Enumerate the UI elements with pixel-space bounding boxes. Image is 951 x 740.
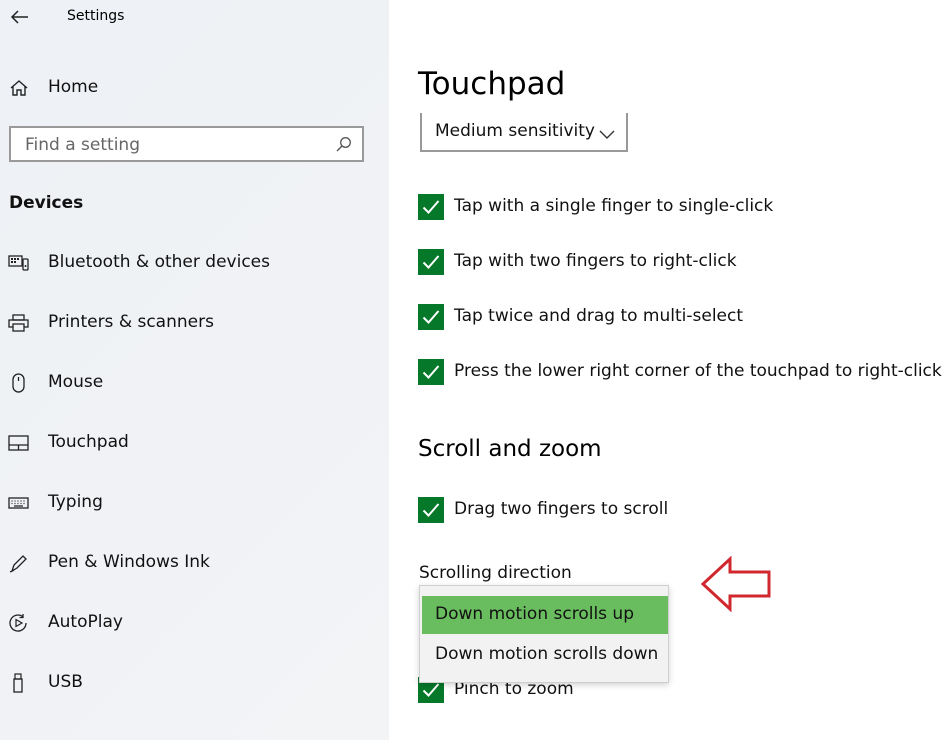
search-input[interactable] — [23, 132, 327, 158]
scroll-zoom-heading: Scroll and zoom — [418, 436, 602, 462]
checkbox[interactable] — [418, 249, 444, 275]
mouse-icon — [8, 373, 30, 393]
touchpad-icon — [8, 433, 30, 453]
home-icon — [8, 78, 30, 98]
sidebar-item-label: Touchpad — [48, 432, 129, 452]
autoplay-icon — [8, 613, 30, 633]
sidebar-item-touchpad[interactable]: Touchpad — [0, 423, 389, 463]
scrolling-direction-dropdown-list: Down motion scrolls up Down motion scrol… — [419, 585, 669, 683]
sidebar-item-label: USB — [48, 672, 83, 692]
checkmark-icon — [422, 310, 440, 324]
back-arrow-icon[interactable] — [8, 5, 32, 29]
scrolling-direction-label: Scrolling direction — [419, 563, 572, 583]
sidebar-item-label: Typing — [48, 492, 103, 512]
bluetooth-devices-icon — [8, 253, 30, 273]
sidebar-item-label: Home — [48, 77, 99, 97]
sidebar-item-home[interactable]: Home — [0, 68, 389, 108]
checkmark-icon — [422, 503, 440, 517]
dropdown-option-scrolls-down[interactable]: Down motion scrolls down — [422, 636, 668, 674]
pen-icon — [8, 553, 30, 573]
usb-icon — [8, 673, 30, 693]
checkbox[interactable] — [418, 497, 444, 523]
search-icon[interactable] — [335, 136, 352, 153]
checkmark-icon — [422, 200, 440, 214]
sidebar-item-label: Pen & Windows Ink — [48, 552, 210, 572]
checkmark-icon — [422, 255, 440, 269]
search-field[interactable] — [9, 126, 364, 162]
sidebar-item-autoplay[interactable]: AutoPlay — [0, 603, 389, 643]
page-title: Touchpad — [418, 66, 566, 102]
sensitivity-dropdown[interactable]: Medium sensitivity — [420, 113, 628, 152]
section-heading: Devices — [9, 193, 84, 213]
dropdown-option-scrolls-up[interactable]: Down motion scrolls up — [422, 596, 668, 634]
dropdown-option-label: Down motion scrolls up — [435, 604, 634, 624]
sidebar-item-usb[interactable]: USB — [0, 663, 389, 703]
checkmark-icon — [422, 365, 440, 379]
sidebar-item-label: Bluetooth & other devices — [48, 252, 270, 272]
window-title: Settings — [67, 8, 125, 24]
printer-icon — [8, 313, 30, 333]
red-arrow-annotation — [700, 555, 772, 613]
sidebar-item-label: Mouse — [48, 372, 104, 392]
sidebar-item-bluetooth[interactable]: Bluetooth & other devices — [0, 243, 389, 283]
checkbox[interactable] — [418, 359, 444, 385]
dropdown-option-label: Down motion scrolls down — [435, 644, 659, 664]
sensitivity-value: Medium sensitivity — [435, 121, 595, 141]
sidebar-item-label: Printers & scanners — [48, 312, 214, 332]
sidebar-item-mouse[interactable]: Mouse — [0, 363, 389, 403]
checkbox[interactable] — [418, 194, 444, 220]
sidebar: Settings Home Devices Bluetooth & other … — [0, 0, 389, 740]
sidebar-item-printers[interactable]: Printers & scanners — [0, 303, 389, 343]
checkbox-label: Press the lower right corner of the touc… — [454, 361, 942, 381]
keyboard-icon — [8, 493, 30, 513]
chevron-down-icon — [598, 125, 616, 139]
checkmark-icon — [422, 683, 440, 697]
checkbox-label: Drag two fingers to scroll — [454, 499, 669, 519]
sidebar-item-label: AutoPlay — [48, 612, 123, 632]
sidebar-item-pen[interactable]: Pen & Windows Ink — [0, 543, 389, 583]
checkbox-label: Tap twice and drag to multi-select — [454, 306, 744, 326]
sidebar-item-typing[interactable]: Typing — [0, 483, 389, 523]
checkbox-label: Tap with a single finger to single-click — [454, 196, 774, 216]
checkbox[interactable] — [418, 304, 444, 330]
checkbox-label: Tap with two fingers to right-click — [454, 251, 737, 271]
